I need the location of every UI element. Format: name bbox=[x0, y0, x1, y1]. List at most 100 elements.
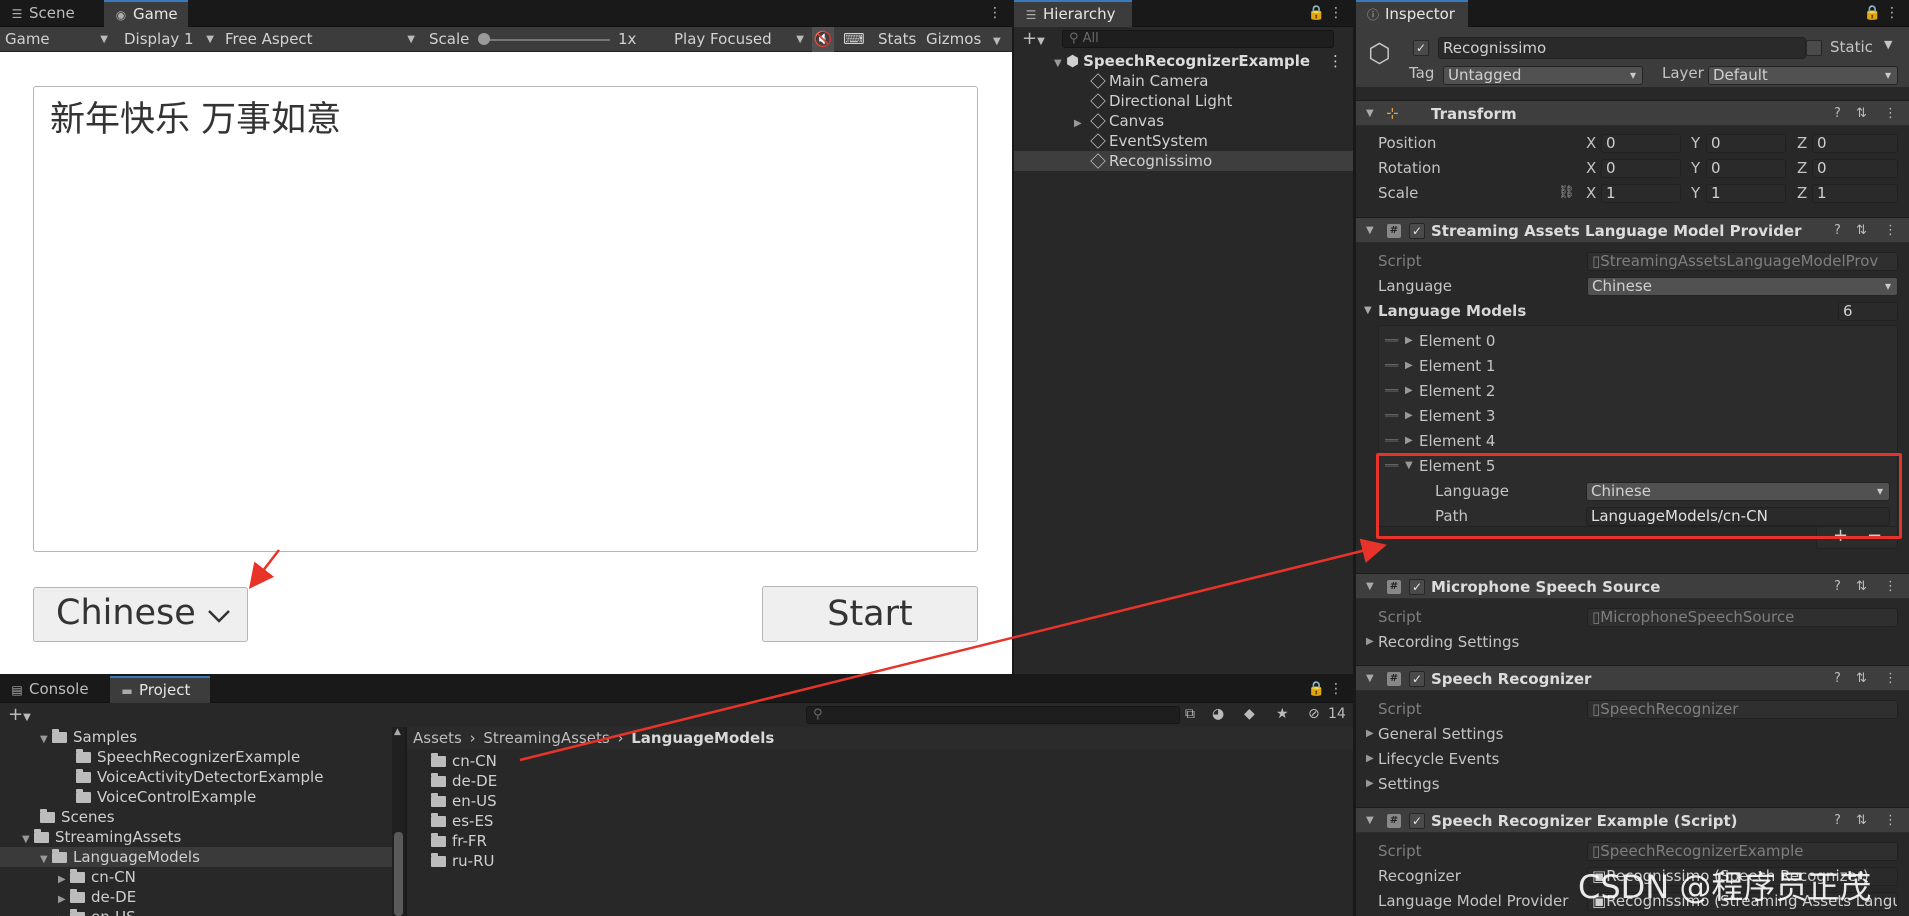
scale-x[interactable]: 1 bbox=[1601, 184, 1681, 203]
element-1[interactable]: ══ ▶ Element 1 bbox=[1379, 354, 1897, 378]
component-enabled-checkbox[interactable]: ✓ bbox=[1409, 671, 1425, 687]
tab-scene[interactable]: ☰ Scene bbox=[0, 0, 104, 27]
tree-item-voicecontrolexample[interactable]: VoiceControlExample bbox=[0, 787, 392, 807]
tree-item-samples[interactable]: ▼ Samples bbox=[0, 727, 392, 747]
element-0[interactable]: ══ ▶ Element 0 bbox=[1379, 329, 1897, 353]
breadcrumb-assets[interactable]: Assets bbox=[413, 729, 462, 747]
drag-handle-icon[interactable]: ══ bbox=[1385, 329, 1398, 353]
gizmos-button[interactable]: Gizmos bbox=[926, 27, 981, 52]
folder-item-de-de[interactable]: de-DE bbox=[407, 771, 1353, 791]
tree-item-en-us[interactable]: ▶en-US bbox=[0, 907, 392, 916]
gameobject-active-checkbox[interactable]: ✓ bbox=[1413, 40, 1429, 56]
help-icon[interactable]: ? bbox=[1834, 574, 1841, 600]
sre-header[interactable]: ▼ # ✓ Speech Recognizer Example (Script)… bbox=[1356, 807, 1909, 833]
folder-item-fr-fr[interactable]: fr-FR bbox=[407, 831, 1353, 851]
static-dropdown-icon[interactable]: ▼ bbox=[1884, 38, 1892, 51]
filter-by-label-icon[interactable]: ◆ bbox=[1244, 706, 1255, 722]
position-z[interactable]: 0 bbox=[1812, 134, 1898, 153]
scale-y[interactable]: 1 bbox=[1706, 184, 1786, 203]
lock-icon[interactable]: 🔒 bbox=[1308, 676, 1325, 703]
tab-project[interactable]: ▬ Project bbox=[110, 676, 210, 703]
language-models-size-input[interactable]: 6 bbox=[1838, 302, 1898, 321]
game-panel-menu-icon[interactable]: ⋮ bbox=[988, 0, 1002, 27]
component-menu-icon[interactable]: ⋮ bbox=[1884, 808, 1897, 834]
tree-item-scenes[interactable]: Scenes bbox=[0, 807, 392, 827]
tab-inspector[interactable]: ⓘ Inspector bbox=[1356, 0, 1468, 27]
drag-handle-icon[interactable]: ══ bbox=[1385, 429, 1398, 453]
element-2[interactable]: ══ ▶ Element 2 bbox=[1379, 379, 1897, 403]
tab-game[interactable]: ◉ Game bbox=[104, 0, 188, 27]
sr-header[interactable]: ▼ # ✓ Speech Recognizer ? ⇅ ⋮ bbox=[1356, 665, 1909, 691]
hierarchy-search-input[interactable]: ⚲ All bbox=[1062, 30, 1334, 48]
drag-handle-icon[interactable]: ══ bbox=[1385, 354, 1398, 378]
folder-item-ru-ru[interactable]: ru-RU bbox=[407, 851, 1353, 871]
help-icon[interactable]: ? bbox=[1834, 218, 1841, 244]
preset-icon[interactable]: ⇅ bbox=[1856, 574, 1867, 600]
component-enabled-checkbox[interactable]: ✓ bbox=[1409, 813, 1425, 829]
scale-slider[interactable] bbox=[478, 39, 610, 41]
static-checkbox[interactable] bbox=[1806, 40, 1822, 56]
create-asset-icon[interactable]: +▼ bbox=[8, 701, 31, 728]
component-menu-icon[interactable]: ⋮ bbox=[1884, 218, 1897, 244]
scroll-up-icon[interactable]: ▲ bbox=[394, 727, 401, 737]
tree-item-speechrecognizerexample[interactable]: SpeechRecognizerExample bbox=[0, 747, 392, 767]
help-icon[interactable]: ? bbox=[1834, 808, 1841, 834]
hierarchy-scene-root[interactable]: ▼ ⬢ SpeechRecognizerExample ⋮ bbox=[1014, 51, 1353, 71]
preset-icon[interactable]: ⇅ bbox=[1856, 808, 1867, 834]
folder-item-es-es[interactable]: es-ES bbox=[407, 811, 1353, 831]
tree-item-streamingassets[interactable]: ▼ StreamingAssets bbox=[0, 827, 392, 847]
stats-button[interactable]: Stats bbox=[878, 27, 916, 52]
component-enabled-checkbox[interactable]: ✓ bbox=[1409, 223, 1425, 239]
link-icon[interactable]: ⛓ bbox=[1558, 181, 1575, 205]
component-menu-icon[interactable]: ⋮ bbox=[1884, 574, 1897, 600]
start-button[interactable]: Start bbox=[762, 586, 978, 642]
language-dropdown[interactable]: Chinese bbox=[33, 587, 248, 642]
aspect-dropdown[interactable]: Free Aspect ▼ bbox=[225, 27, 415, 52]
hidden-packages-icon[interactable]: ⊘ bbox=[1308, 706, 1320, 722]
add-icon[interactable]: +▼ bbox=[1022, 25, 1045, 52]
element-3[interactable]: ══ ▶ Element 3 bbox=[1379, 404, 1897, 428]
lock-icon[interactable]: 🔒 bbox=[1308, 0, 1325, 27]
language-models-row[interactable]: ▼ Language Models 6 bbox=[1356, 299, 1909, 323]
project-tree-scrollbar[interactable]: ▲ bbox=[392, 727, 405, 916]
tree-item-voiceactivitydetectorexample[interactable]: VoiceActivityDetectorExample bbox=[0, 767, 392, 787]
layer-dropdown[interactable]: Default bbox=[1708, 66, 1898, 85]
project-menu-icon[interactable]: ⋮ bbox=[1329, 676, 1343, 703]
component-enabled-checkbox[interactable]: ✓ bbox=[1409, 579, 1425, 595]
preset-icon[interactable]: ⇅ bbox=[1856, 666, 1867, 692]
favorite-icon[interactable]: ★ bbox=[1276, 706, 1289, 722]
settings-foldout[interactable]: ▶ Settings bbox=[1356, 772, 1909, 796]
transform-header[interactable]: ▼ ⊹ Transform ? ⇅ ⋮ bbox=[1356, 100, 1909, 126]
tab-hierarchy[interactable]: ☰ Hierarchy bbox=[1014, 0, 1132, 27]
preset-icon[interactable]: ⇅ bbox=[1856, 101, 1867, 127]
position-x[interactable]: 0 bbox=[1601, 134, 1681, 153]
breadcrumb-streamingassets[interactable]: StreamingAssets bbox=[483, 729, 609, 747]
hierarchy-item-eventsystem[interactable]: EventSystem bbox=[1014, 131, 1353, 151]
element-4[interactable]: ══ ▶ Element 4 bbox=[1379, 429, 1897, 453]
slmp-language-dropdown[interactable]: Chinese bbox=[1587, 277, 1898, 296]
hierarchy-item-canvas[interactable]: ▶ Canvas bbox=[1014, 111, 1353, 131]
drag-handle-icon[interactable]: ══ bbox=[1385, 404, 1398, 428]
slmp-header[interactable]: ▼ # ✓ Streaming Assets Language Model Pr… bbox=[1356, 217, 1909, 243]
position-y[interactable]: 0 bbox=[1706, 134, 1786, 153]
hierarchy-item-recognissimo[interactable]: Recognissimo bbox=[1014, 151, 1353, 171]
hierarchy-item-directional-light[interactable]: Directional Light bbox=[1014, 91, 1353, 111]
rotation-x[interactable]: 0 bbox=[1601, 159, 1681, 178]
scale-z[interactable]: 1 bbox=[1812, 184, 1898, 203]
hierarchy-item-main-camera[interactable]: Main Camera bbox=[1014, 71, 1353, 91]
keyboard-icon[interactable]: ⌨ bbox=[843, 27, 865, 52]
play-focused-dropdown[interactable]: Play Focused ▼ bbox=[674, 27, 804, 52]
mic-header[interactable]: ▼ # ✓ Microphone Speech Source ? ⇅ ⋮ bbox=[1356, 573, 1909, 599]
tree-item-de-de[interactable]: ▶ de-DE bbox=[0, 887, 392, 907]
folder-item-cn-cn[interactable]: cn-CN bbox=[407, 751, 1353, 771]
lock-icon[interactable]: 🔒 bbox=[1864, 0, 1881, 27]
drag-handle-icon[interactable]: ══ bbox=[1385, 379, 1398, 403]
filter-by-type-icon[interactable]: ◕ bbox=[1212, 706, 1224, 722]
preset-icon[interactable]: ⇅ bbox=[1856, 218, 1867, 244]
hierarchy-menu-icon[interactable]: ⋮ bbox=[1329, 0, 1343, 27]
component-menu-icon[interactable]: ⋮ bbox=[1884, 101, 1897, 127]
general-settings-foldout[interactable]: ▶ General Settings bbox=[1356, 722, 1909, 746]
game-mode-dropdown[interactable]: Game ▼ bbox=[5, 27, 110, 52]
scrollbar-thumb[interactable] bbox=[394, 832, 403, 916]
tree-item-cn-cn[interactable]: ▶ cn-CN bbox=[0, 867, 392, 887]
